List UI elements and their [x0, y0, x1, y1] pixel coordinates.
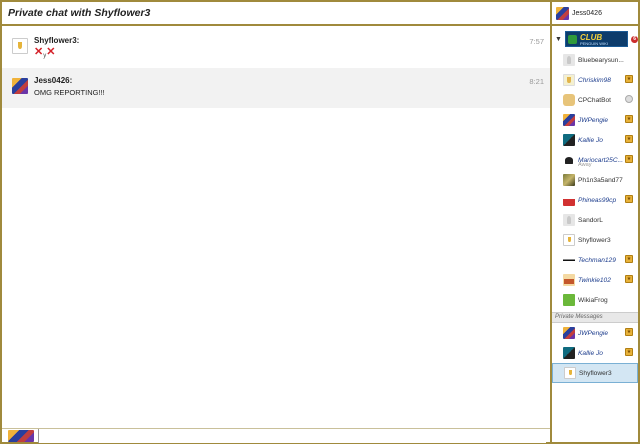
- star-badge-icon: ★: [625, 135, 633, 143]
- user-name: SandorL: [578, 216, 603, 224]
- user-item[interactable]: Ph1n3a5and77: [552, 170, 638, 190]
- user-name: Kallie Jo: [578, 136, 603, 144]
- message: Shyflower3: ✕y✕ 7:57: [2, 28, 550, 68]
- user-name: Shyflower3: [578, 236, 611, 244]
- wiki-row[interactable]: ▼ CLUB PENGUIN WIKI 6: [552, 28, 638, 50]
- user-avatar: [563, 174, 575, 186]
- pm-item[interactable]: Kallie Jo ★: [552, 343, 638, 363]
- user-avatar: [563, 74, 575, 86]
- chat-header: Private chat with Shyflower3: [2, 2, 550, 26]
- message-avatar: [12, 38, 28, 54]
- self-avatar: [556, 6, 569, 20]
- user-item[interactable]: Bluebearysun...: [552, 50, 638, 70]
- user-avatar: [563, 274, 575, 286]
- user-name: JWPengie: [578, 329, 609, 337]
- user-avatar: [563, 234, 575, 246]
- star-badge-icon: ★: [625, 275, 633, 283]
- user-name: Bluebearysun...: [578, 56, 624, 64]
- pm-item[interactable]: JWPengie ★: [552, 323, 638, 343]
- star-badge-icon: ★: [625, 115, 633, 123]
- user-item[interactable]: Twinkie102 ★: [552, 270, 638, 290]
- star-badge-icon: ★: [625, 155, 633, 163]
- bot-icon: [625, 95, 633, 103]
- user-name: CPChatBot: [578, 96, 611, 104]
- message-author: Shyflower3:: [34, 36, 80, 45]
- self-user[interactable]: Jess0426: [552, 2, 638, 26]
- penguin-icon: [567, 35, 577, 44]
- user-item[interactable]: WikiaFrog: [552, 290, 638, 310]
- star-badge-icon: ★: [625, 75, 633, 83]
- user-name: Techman129: [578, 256, 616, 264]
- user-avatar: [563, 114, 575, 126]
- message-time: 7:57: [529, 37, 544, 46]
- user-name: Ph1n3a5and77: [578, 176, 623, 184]
- message-body: OMG REPORTING!!!: [34, 88, 105, 97]
- private-messages-header: Private Messages: [552, 312, 638, 323]
- user-item[interactable]: JWPengie ★: [552, 110, 638, 130]
- pm-item[interactable]: Shyflower3: [552, 363, 638, 383]
- star-badge-icon: ★: [625, 328, 633, 336]
- input-bar: [2, 428, 550, 443]
- user-item[interactable]: Kallie Jo ★: [552, 130, 638, 150]
- message-list: Shyflower3: ✕y✕ 7:57 Jess0426: OMG REPOR…: [2, 28, 550, 428]
- message-author: Jess0426:: [34, 76, 73, 85]
- message-time: 8:21: [529, 77, 544, 86]
- user-avatar: [563, 294, 575, 306]
- user-avatar: [564, 367, 576, 379]
- star-badge-icon: ★: [625, 195, 633, 203]
- message-body: ✕y✕: [34, 46, 550, 60]
- user-name: Shyflower3: [579, 369, 612, 377]
- wiki-logo-sub: PENGUIN WIKI: [579, 41, 608, 46]
- user-list: ▼ CLUB PENGUIN WIKI 6 Bluebearysun... Ch…: [552, 28, 638, 442]
- message-input[interactable]: [38, 429, 546, 443]
- user-item[interactable]: Shyflower3: [552, 230, 638, 250]
- user-avatar: [563, 254, 575, 266]
- notification-badge: 6: [631, 35, 638, 43]
- user-item[interactable]: Techman129 ★: [552, 250, 638, 270]
- user-name: WikiaFrog: [578, 296, 608, 304]
- user-avatar: [563, 327, 575, 339]
- user-name: Twinkie102: [578, 276, 611, 284]
- user-avatar: [563, 194, 575, 206]
- user-name: Kallie Jo: [578, 349, 603, 357]
- self-user-name: Jess0426: [572, 9, 602, 17]
- user-item[interactable]: Mariocart25C... Away ★: [552, 150, 638, 170]
- user-avatar: [563, 347, 575, 359]
- user-name: Phineas99cp: [578, 196, 617, 204]
- user-avatar: [563, 94, 575, 106]
- collapse-caret-icon[interactable]: ▼: [555, 36, 562, 43]
- input-avatar: [8, 430, 34, 442]
- message-text: y: [43, 53, 47, 59]
- message: Jess0426: OMG REPORTING!!! 8:21: [2, 68, 550, 108]
- user-item[interactable]: CPChatBot: [552, 90, 638, 110]
- star-badge-icon: ★: [625, 348, 633, 356]
- user-avatar: [563, 54, 575, 66]
- chat-title: Private chat with Shyflower3: [8, 7, 151, 19]
- message-avatar: [12, 78, 28, 94]
- user-name: JWPengie: [578, 116, 609, 124]
- user-avatar: [563, 214, 575, 226]
- user-name: Chriskim98: [578, 76, 611, 84]
- user-status: Away: [578, 162, 592, 168]
- user-item[interactable]: Phineas99cp ★: [552, 190, 638, 210]
- user-avatar: [563, 154, 575, 166]
- wiki-logo: CLUB PENGUIN WIKI: [564, 31, 629, 47]
- red-x-icon: ✕: [34, 46, 44, 58]
- user-item[interactable]: Chriskim98 ★: [552, 70, 638, 90]
- user-avatar: [563, 134, 575, 146]
- chat-window: Private chat with Shyflower3 Jess0426 Sh…: [2, 2, 638, 443]
- user-item[interactable]: SandorL: [552, 210, 638, 230]
- red-x-icon: ✕: [46, 46, 56, 58]
- star-badge-icon: ★: [625, 255, 633, 263]
